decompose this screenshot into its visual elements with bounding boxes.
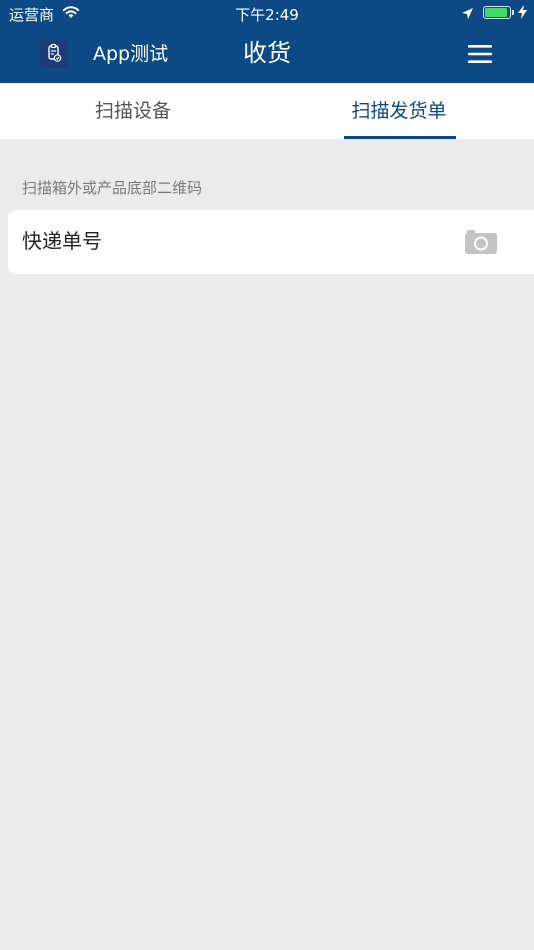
scan-hint: 扫描箱外或产品底部二维码 [22,179,203,197]
location-arrow-icon [461,6,474,24]
tracking-number-label: 快递单号 [22,229,102,253]
status-time: 下午2:49 [235,6,299,24]
active-tab-indicator [344,136,456,139]
tracking-number-field[interactable]: 快递单号 [8,210,534,274]
battery-level-fill [485,8,507,17]
tab-scan-shipping-order-label: 扫描发货单 [351,100,447,122]
camera-icon[interactable] [464,226,498,256]
tab-scan-shipping-order[interactable]: 扫描发货单 [314,83,484,139]
charging-bolt-icon [518,5,527,23]
hamburger-menu-icon[interactable] [466,42,494,66]
app-header: 运营商 下午2:49 App测试 收货 [0,0,534,83]
tab-scan-device-label: 扫描设备 [94,100,171,122]
status-bar: 运营商 下午2:49 [0,0,534,28]
tab-bar: 扫描设备 扫描发货单 [0,83,534,139]
battery-icon [483,6,511,19]
tab-scan-device[interactable]: 扫描设备 [48,83,218,139]
page-title: 收货 [243,39,291,67]
battery-tip [512,10,514,15]
